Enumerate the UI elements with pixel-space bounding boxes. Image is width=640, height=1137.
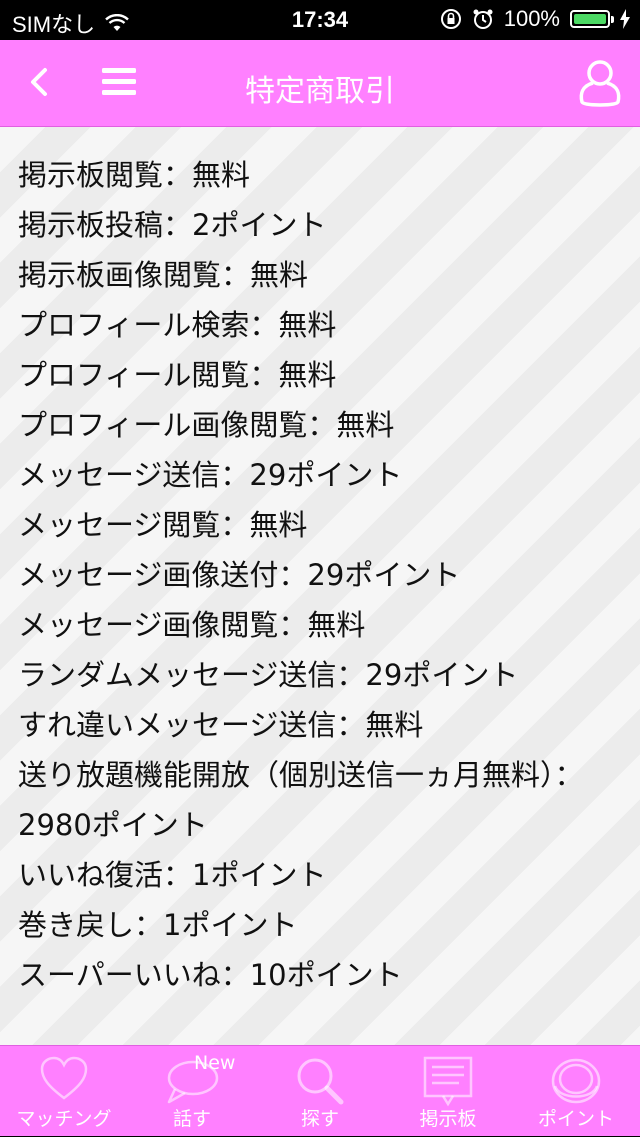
list-item: いいね復活：1ポイント bbox=[18, 858, 327, 892]
list-item: 掲示板画像閲覧：無料 bbox=[18, 258, 309, 292]
list-item: ランダムメッセージ送信：29ポイント bbox=[18, 658, 519, 692]
list-item: メッセージ閲覧：無料 bbox=[18, 508, 308, 542]
pricing-list: 掲示板閲覧：無料掲示板投稿：2ポイント 掲示板画像閲覧：無料 プロフィール検索：無料… bbox=[18, 127, 622, 1000]
list-item: 掲示板投稿：2ポイント bbox=[18, 208, 327, 242]
tab-label: 探す bbox=[300, 1108, 339, 1130]
list-item: スーパーいいね：10ポイント bbox=[18, 958, 403, 992]
user-button[interactable] bbox=[576, 58, 624, 108]
pricing-content[interactable]: 掲示板閲覧：無料掲示板投稿：2ポイント 掲示板画像閲覧：無料 プロフィール検索：無料… bbox=[0, 127, 640, 1045]
battery-percent: 100% bbox=[503, 6, 560, 31]
list-item: メッセージ送信：29ポイント bbox=[18, 458, 403, 492]
status-bar: SIMなし 17:34 100% bbox=[0, 0, 640, 40]
status-right: 100% bbox=[440, 6, 630, 32]
list-item: 送り放題機能開放（個別送信一ヵ月無料）：2980ポイント bbox=[18, 758, 584, 842]
search-icon bbox=[297, 1058, 344, 1105]
list-item: 掲示板閲覧：無料 bbox=[18, 158, 251, 192]
coin-icon bbox=[551, 1058, 601, 1104]
tab-matching[interactable]: マッチング bbox=[0, 1046, 128, 1137]
tab-label: ポイント bbox=[537, 1108, 614, 1130]
new-badge: New bbox=[194, 1052, 236, 1074]
list-item-cutoff bbox=[18, 127, 622, 150]
tab-label: マッチング bbox=[16, 1108, 112, 1130]
bulletin-board-icon bbox=[423, 1056, 473, 1107]
tab-search[interactable]: 探す bbox=[256, 1046, 384, 1137]
tab-bar: マッチング 話す 探す 掲示板 ポイント bbox=[0, 1045, 640, 1136]
battery-fill bbox=[574, 14, 606, 24]
heart-icon bbox=[40, 1056, 88, 1100]
page-title: 特定商取引 bbox=[245, 74, 395, 109]
charging-icon bbox=[620, 9, 630, 29]
tab-label: 話す bbox=[172, 1108, 211, 1130]
list-item: メッセージ画像閲覧：無料 bbox=[18, 608, 366, 642]
tab-talk[interactable]: 話す bbox=[128, 1046, 256, 1137]
battery-icon bbox=[570, 10, 614, 28]
alarm-icon bbox=[473, 9, 493, 29]
rotation-lock-icon bbox=[440, 9, 461, 29]
user-icon bbox=[579, 60, 621, 107]
list-item: プロフィール閲覧：無料 bbox=[18, 358, 337, 392]
tab-bulletin-board[interactable]: 掲示板 bbox=[384, 1046, 512, 1137]
tab-points[interactable]: ポイント bbox=[512, 1046, 640, 1137]
list-item: プロフィール検索：無料 bbox=[18, 308, 337, 342]
list-item: 巻き戻し：1ポイント bbox=[18, 908, 298, 942]
nav-header: 特定商取引 bbox=[0, 40, 640, 127]
tab-label: 掲示板 bbox=[419, 1108, 477, 1130]
list-item: すれ違いメッセージ送信：無料 bbox=[18, 708, 424, 742]
list-item: プロフィール画像閲覧：無料 bbox=[18, 408, 395, 442]
list-item: メッセージ画像送付：29ポイント bbox=[18, 558, 461, 592]
